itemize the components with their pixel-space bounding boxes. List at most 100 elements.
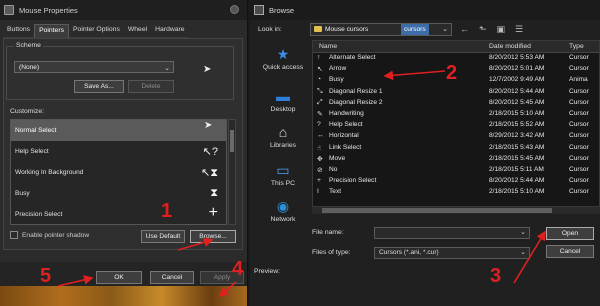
tab-pointer-options[interactable]: Pointer Options xyxy=(69,24,124,38)
pointer-shadow-checkbox[interactable]: Enable pointer shadow xyxy=(10,231,89,239)
place-network[interactable]: ◉ Network xyxy=(256,198,310,223)
browse-titlebar: Browse xyxy=(250,0,600,20)
up-folder-icon[interactable]: ⬑ xyxy=(479,24,487,35)
cursor-item-busy[interactable]: Busy ⧗ xyxy=(11,183,226,204)
browse-app-icon xyxy=(254,5,264,15)
cursor-file-icon: + xyxy=(317,177,321,185)
scrollbar-thumb[interactable] xyxy=(230,130,234,152)
file-row[interactable]: + Precision Select 8/20/2012 5:44 AM Cursor xyxy=(313,176,599,187)
file-type: Cursor xyxy=(569,165,589,173)
file-row[interactable]: ✥ Move 2/18/2015 5:45 AM Cursor xyxy=(313,154,599,165)
files-of-type-dropdown[interactable]: Cursors (*.ani, *.cur) ⌄ xyxy=(374,247,530,259)
ok-button[interactable]: OK xyxy=(96,271,142,284)
chevron-down-icon: ⌄ xyxy=(442,26,448,33)
file-row[interactable]: ? Help Select 2/18/2015 5:52 AM Cursor xyxy=(313,120,599,131)
file-date: 8/29/2012 3:42 AM xyxy=(489,132,545,140)
file-list-hscrollbar[interactable] xyxy=(312,206,600,214)
browse-button[interactable]: Browse... xyxy=(190,230,236,243)
file-name: Busy xyxy=(329,76,344,84)
tab-buttons[interactable]: Buttons xyxy=(3,24,35,38)
place-label: Network xyxy=(270,216,296,223)
file-name: Horizontal xyxy=(329,132,359,140)
file-row[interactable]: ☝ Link Select 2/18/2015 5:43 AM Cursor xyxy=(313,143,599,154)
file-row[interactable]: ⊘ No 2/18/2015 5:11 AM Cursor xyxy=(313,165,599,176)
cursor-list-scrollbar[interactable] xyxy=(228,119,236,225)
use-default-button[interactable]: Use Default xyxy=(141,230,185,243)
cursor-item-label: Busy xyxy=(15,190,30,197)
view-menu-icon[interactable]: ☰ xyxy=(515,24,523,35)
file-date: 2/18/2015 5:11 AM xyxy=(489,165,544,173)
file-type: Cursor xyxy=(569,65,589,73)
cursor-file-icon: I xyxy=(317,188,319,196)
file-type: Cursor xyxy=(569,54,589,61)
delete-button[interactable]: Delete xyxy=(128,80,174,93)
column-name[interactable]: Name xyxy=(319,43,337,50)
place-quick-access[interactable]: ★ Quick access xyxy=(256,46,310,71)
look-in-dropdown[interactable]: Mouse cursors cursors ⌄ xyxy=(310,23,452,36)
file-date: 8/20/2012 5:44 AM xyxy=(489,177,545,185)
cursor-file-icon: ⤢ xyxy=(317,98,323,106)
mouse-properties-dialog: Mouse Properties Buttons Pointers Pointe… xyxy=(0,0,248,306)
tab-hardware[interactable]: Hardware xyxy=(151,24,189,38)
browse-dialog: Browse Look in: Mouse cursors cursors ⌄ … xyxy=(250,0,600,306)
cursor-file-icon: ✎ xyxy=(317,110,323,118)
cursor-item-label: Precision Select xyxy=(15,211,63,218)
cursor-file-icon: ⊘ xyxy=(317,166,323,174)
cursor-file-icon: ⤡ xyxy=(317,87,323,95)
file-date: 2/18/2015 5:43 AM xyxy=(489,143,545,151)
file-name: Alternate Select xyxy=(329,54,376,61)
place-label: Libraries xyxy=(269,142,297,149)
scrollbar-thumb[interactable] xyxy=(322,208,552,213)
place-desktop[interactable]: ▬ Desktop xyxy=(256,88,310,113)
cancel-button[interactable]: Cancel xyxy=(150,271,194,284)
cursor-file-icon: ☝ xyxy=(317,144,322,152)
mouse-app-icon xyxy=(4,5,14,15)
new-folder-icon[interactable]: ▣ xyxy=(497,24,506,35)
mouse-pointer-icon: ➤ xyxy=(203,64,212,75)
cursor-list: Normal Select Help Select ↖? Working In … xyxy=(10,119,227,225)
annotation-number-3: 3 xyxy=(490,265,502,287)
cursor-item-working-in-background[interactable]: Working In Background ↖⧗ xyxy=(11,162,226,183)
file-type: Cursor xyxy=(569,177,589,185)
tab-strip: Buttons Pointers Pointer Options Wheel H… xyxy=(3,24,189,38)
file-row[interactable]: ✎ Handwriting 2/18/2015 5:10 AM Cursor xyxy=(313,109,599,120)
normal-select-arrow-icon: ➤ xyxy=(204,120,213,131)
scheme-label: Scheme xyxy=(14,42,43,49)
close-button[interactable] xyxy=(230,5,239,14)
file-name-input[interactable]: ⌄ xyxy=(374,227,530,239)
place-this-pc[interactable]: ▭ This PC xyxy=(256,162,310,187)
libraries-icon: ⌂ xyxy=(278,124,288,140)
cursor-item-precision-select[interactable]: Precision Select + xyxy=(11,204,226,224)
checkbox-box[interactable] xyxy=(10,231,18,239)
scheme-dropdown[interactable]: (None) ⌄ xyxy=(14,61,174,73)
place-libraries[interactable]: ⌂ Libraries xyxy=(256,124,310,149)
column-type[interactable]: Type xyxy=(569,43,584,50)
file-row[interactable]: I Text 2/18/2015 5:10 AM Cursor xyxy=(313,187,599,198)
file-row[interactable]: ⤢ Diagonal Resize 2 8/20/2012 5:45 AM Curso… xyxy=(313,98,599,109)
look-in-value: Mouse cursors xyxy=(325,26,369,33)
file-type: Cursor xyxy=(569,154,589,162)
file-name: Link Select xyxy=(329,143,362,151)
file-date: 8/20/2012 5:44 AM xyxy=(489,87,545,95)
place-label: Quick access xyxy=(262,64,304,71)
cursor-item-help-select[interactable]: Help Select ↖? xyxy=(11,141,226,162)
hourglass-icon: ⧗ xyxy=(210,187,218,199)
file-row[interactable]: ⤡ Diagonal Resize 1 8/20/2012 5:44 AM Curso… xyxy=(313,87,599,98)
save-as-button[interactable]: Save As... xyxy=(74,80,124,93)
column-date-modified[interactable]: Date modified xyxy=(489,43,531,50)
chevron-down-icon: ⌄ xyxy=(520,249,526,256)
cursor-item-normal-select[interactable]: Normal Select xyxy=(11,120,226,141)
file-date: 2/18/2015 5:45 AM xyxy=(489,154,545,162)
tab-pointers[interactable]: Pointers xyxy=(34,24,69,38)
file-type: Cursor xyxy=(569,98,589,106)
tab-wheel[interactable]: Wheel xyxy=(123,24,152,38)
annotation-number-1: 1 xyxy=(161,200,173,222)
file-name: Arrow xyxy=(329,65,347,73)
back-icon[interactable]: ← xyxy=(460,24,469,35)
browse-cancel-button[interactable]: Cancel xyxy=(546,245,594,258)
look-in-selection: cursors xyxy=(401,24,429,35)
file-row[interactable]: ↔ Horizontal 8/29/2012 3:42 AM Cursor xyxy=(313,131,599,142)
file-list-header: Name Date modified Type xyxy=(313,41,599,53)
open-button[interactable]: Open xyxy=(546,227,594,240)
pointer-shadow-label: Enable pointer shadow xyxy=(22,231,90,239)
